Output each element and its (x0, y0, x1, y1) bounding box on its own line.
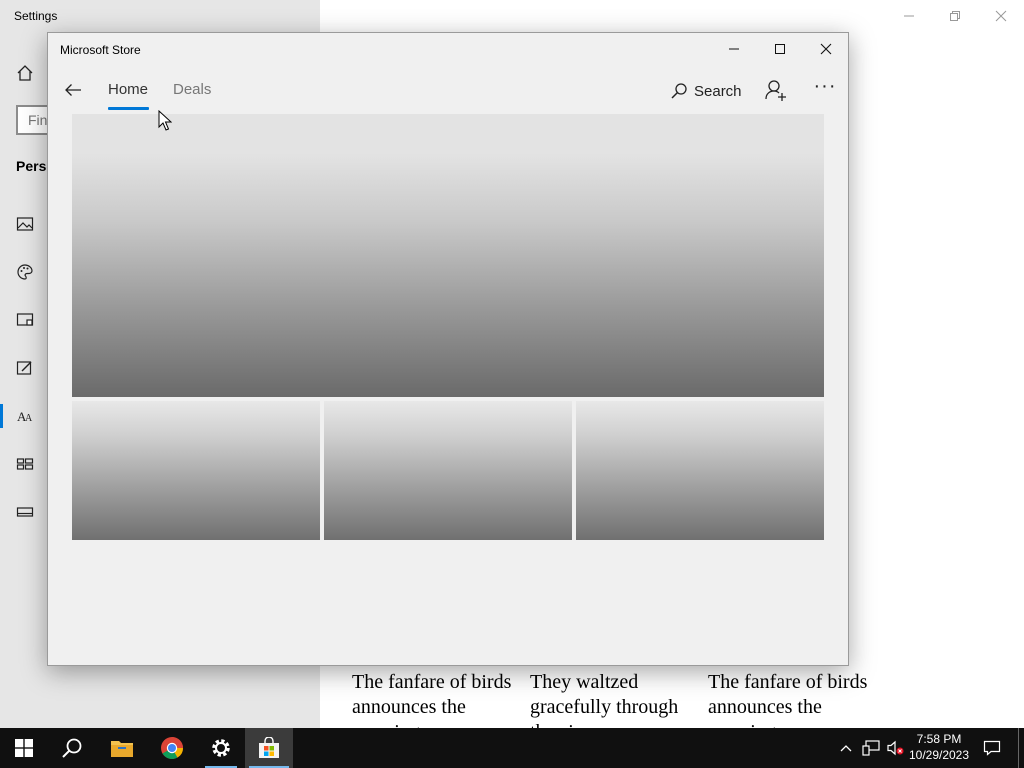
featured-tile-2[interactable] (324, 401, 572, 540)
settings-taskbar-button[interactable] (197, 728, 245, 768)
svg-text:A: A (25, 413, 33, 424)
start-button[interactable] (0, 728, 48, 768)
hero-banner-placeholder[interactable] (72, 114, 824, 397)
action-center-button[interactable] (978, 728, 1006, 768)
taskbar-clock[interactable]: 7:58 PM 10/29/2023 (904, 731, 974, 763)
close-icon (995, 10, 1007, 22)
home-icon[interactable] (16, 64, 34, 82)
folder-icon (111, 741, 133, 757)
settings-gear-icon (212, 739, 230, 757)
show-desktop-button[interactable] (1018, 728, 1024, 768)
network-icon (862, 740, 880, 756)
maximize-icon (775, 44, 785, 54)
mouse-cursor-icon (158, 109, 173, 137)
network-button[interactable] (860, 728, 882, 768)
featured-tile-1[interactable] (72, 401, 320, 540)
restore-icon (950, 11, 960, 21)
account-button[interactable] (764, 78, 790, 104)
settings-minimize-button[interactable] (886, 0, 932, 32)
themes-icon (16, 361, 32, 375)
add-user-icon (765, 80, 786, 101)
volume-button[interactable] (884, 728, 906, 768)
notification-icon (983, 740, 1001, 756)
file-explorer-button[interactable] (98, 728, 146, 768)
store-minimize-button[interactable] (711, 33, 757, 65)
taskbar-setting-icon (16, 507, 34, 517)
lock-screen-icon (16, 313, 34, 326)
minimize-icon (904, 15, 914, 17)
more-options-button[interactable]: ··· (812, 75, 838, 99)
tab-deals[interactable]: Deals (173, 81, 211, 98)
store-close-button[interactable] (803, 33, 849, 65)
chevron-up-icon (840, 745, 852, 752)
store-window-title: Microsoft Store (60, 43, 141, 57)
taskbar-search-button[interactable] (48, 728, 96, 768)
tab-home[interactable]: Home (108, 81, 148, 98)
windows-logo-icon (15, 739, 33, 757)
volume-muted-icon (887, 740, 904, 756)
chrome-button[interactable] (148, 728, 196, 768)
taskbar: 7:58 PM 10/29/2023 (0, 728, 1024, 768)
search-icon (62, 738, 82, 758)
palette-icon (17, 264, 33, 280)
close-icon (820, 43, 832, 55)
fonts-icon: AA (17, 409, 33, 424)
store-maximize-button[interactable] (757, 33, 803, 65)
minimize-icon (729, 48, 739, 50)
picture-icon (16, 217, 34, 231)
back-button[interactable] (60, 77, 86, 103)
show-hidden-icons-button[interactable] (836, 728, 856, 768)
store-bag-icon (259, 737, 279, 758)
arrow-left-icon (65, 84, 81, 96)
active-tab-indicator (108, 107, 149, 110)
clock-date: 10/29/2023 (908, 748, 970, 762)
featured-tile-3[interactable] (576, 401, 824, 540)
store-taskbar-button[interactable] (245, 728, 293, 768)
clock-time: 7:58 PM (916, 732, 962, 746)
search-icon (671, 83, 687, 99)
store-search-button[interactable]: Search (670, 79, 742, 103)
chrome-icon (161, 737, 183, 759)
store-search-label: Search (694, 82, 742, 100)
settings-restore-button[interactable] (932, 0, 978, 32)
settings-close-button[interactable] (978, 0, 1024, 32)
settings-window-title: Settings (14, 9, 58, 23)
start-menu-icon (16, 458, 34, 470)
